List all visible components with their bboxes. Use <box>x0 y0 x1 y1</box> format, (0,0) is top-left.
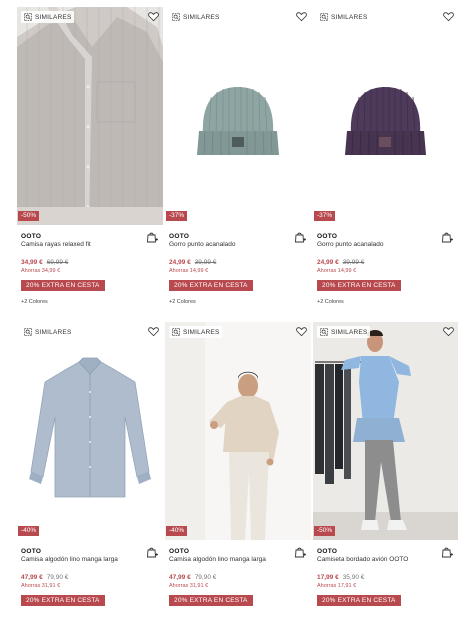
promo-badge: 20% EXTRA EN CESTA <box>169 595 253 607</box>
add-to-bag-icon[interactable] <box>146 231 158 243</box>
product-card[interactable]: SIMILARES -40% OOTO Camisa algodón lino … <box>165 322 311 632</box>
similar-label: SIMILARES <box>35 328 72 336</box>
discount-badge: -40% <box>18 525 40 536</box>
heart-icon[interactable] <box>148 11 159 22</box>
product-name[interactable]: Gorro punto acanalado <box>169 241 307 248</box>
promo-badge: 20% EXTRA EN CESTA <box>317 280 401 292</box>
current-price: 47,99 € <box>21 574 43 581</box>
discount-badge: -40% <box>166 525 188 536</box>
product-card[interactable]: SIMILARES -50% OOTO Camiseta bordado avi… <box>313 322 458 632</box>
purple-beanie-photo <box>313 7 458 225</box>
color-count[interactable]: +2 Colores <box>21 299 159 305</box>
savings-text: Ahorras 31,91 € <box>169 583 209 589</box>
discount-badge: -37% <box>166 210 188 221</box>
beige-shirt-model-photo <box>165 322 311 540</box>
current-price: 17,99 € <box>317 574 339 581</box>
current-price: 47,99 € <box>169 574 191 581</box>
product-name[interactable]: Camiseta bordado avión OOTO <box>317 556 454 563</box>
discount-badge: -37% <box>314 210 336 221</box>
product-card[interactable]: SIMILARES -40% OOTO Camisa algodón lino … <box>17 322 163 632</box>
similar-search-icon <box>320 328 328 336</box>
striped-shirt-photo <box>17 7 163 225</box>
savings-text: Ahorras 17,91 € <box>317 583 357 589</box>
heart-icon[interactable] <box>443 11 454 22</box>
savings-text: Ahorras 34,99 € <box>21 268 61 274</box>
savings-text: Ahorras 14,99 € <box>317 268 357 274</box>
promo-badge: 20% EXTRA EN CESTA <box>21 595 105 607</box>
similar-search-icon <box>172 13 180 21</box>
similar-button[interactable]: SIMILARES <box>169 326 223 338</box>
product-image[interactable]: SIMILARES -50% <box>313 322 458 540</box>
product-name[interactable]: Gorro punto acanalado <box>317 241 454 248</box>
product-brand: OOTO <box>317 548 338 555</box>
savings-text: Ahorras 31,91 € <box>21 583 61 589</box>
product-card[interactable]: SIMILARES -37% OOTO Gorro punto acanalad… <box>313 7 458 317</box>
add-to-bag-icon[interactable] <box>441 546 453 558</box>
add-to-bag-icon[interactable] <box>441 231 453 243</box>
add-to-bag-icon[interactable] <box>146 546 158 558</box>
original-price: 79,90 € <box>194 574 217 581</box>
original-price: 69,99 € <box>46 259 69 266</box>
blue-shirt-photo <box>17 322 163 540</box>
product-card[interactable]: SIMILARES -50% OOTO Camisa rayas relaxed… <box>17 7 163 317</box>
original-price: 39,99 € <box>194 259 217 266</box>
original-price: 35,90 € <box>342 574 365 581</box>
similar-search-icon <box>24 328 32 336</box>
current-price: 24,99 € <box>317 259 339 266</box>
heart-icon[interactable] <box>296 11 307 22</box>
discount-badge: -50% <box>314 525 336 536</box>
similar-button[interactable]: SIMILARES <box>21 11 75 23</box>
promo-badge: 20% EXTRA EN CESTA <box>21 280 105 292</box>
savings-text: Ahorras 14,99 € <box>169 268 209 274</box>
product-name[interactable]: Camisa rayas relaxed fit <box>21 241 159 248</box>
heart-icon[interactable] <box>443 326 454 337</box>
product-brand: OOTO <box>317 233 338 240</box>
heart-icon[interactable] <box>148 326 159 337</box>
similar-label: SIMILARES <box>183 13 220 21</box>
product-grid: SIMILARES -50% OOTO Camisa rayas relaxed… <box>17 7 458 632</box>
product-image[interactable]: SIMILARES -40% <box>165 322 311 540</box>
similar-button[interactable]: SIMILARES <box>169 11 223 23</box>
product-image[interactable]: SIMILARES -40% <box>17 322 163 540</box>
discount-badge: -50% <box>18 210 40 221</box>
current-price: 34,99 € <box>21 259 43 266</box>
blue-tshirt-model-photo <box>313 322 458 540</box>
similar-button[interactable]: SIMILARES <box>317 11 371 23</box>
color-count[interactable]: +2 Colores <box>169 299 307 305</box>
product-name[interactable]: Camisa algodón lino manga larga <box>21 556 159 563</box>
similar-label: SIMILARES <box>35 13 72 21</box>
product-image[interactable]: SIMILARES -50% <box>17 7 163 225</box>
similar-label: SIMILARES <box>331 328 368 336</box>
similar-search-icon <box>320 13 328 21</box>
product-brand: OOTO <box>21 233 42 240</box>
promo-badge: 20% EXTRA EN CESTA <box>317 595 401 607</box>
product-card[interactable]: SIMILARES -37% OOTO Gorro punto acanalad… <box>165 7 311 317</box>
product-brand: OOTO <box>169 233 190 240</box>
original-price: 39,99 € <box>342 259 365 266</box>
add-to-bag-icon[interactable] <box>294 231 306 243</box>
product-name[interactable]: Camisa algodón lino manga larga <box>169 556 307 563</box>
product-image[interactable]: SIMILARES -37% <box>313 7 458 225</box>
current-price: 24,99 € <box>169 259 191 266</box>
original-price: 79,90 € <box>46 574 69 581</box>
similar-label: SIMILARES <box>183 328 220 336</box>
product-brand: OOTO <box>169 548 190 555</box>
product-image[interactable]: SIMILARES -37% <box>165 7 311 225</box>
heart-icon[interactable] <box>296 326 307 337</box>
similar-button[interactable]: SIMILARES <box>317 326 371 338</box>
add-to-bag-icon[interactable] <box>294 546 306 558</box>
product-brand: OOTO <box>21 548 42 555</box>
promo-badge: 20% EXTRA EN CESTA <box>169 280 253 292</box>
teal-beanie-photo <box>165 7 311 225</box>
similar-search-icon <box>24 13 32 21</box>
color-count[interactable]: +2 Colores <box>317 299 454 305</box>
similar-label: SIMILARES <box>331 13 368 21</box>
similar-button[interactable]: SIMILARES <box>21 326 75 338</box>
similar-search-icon <box>172 328 180 336</box>
